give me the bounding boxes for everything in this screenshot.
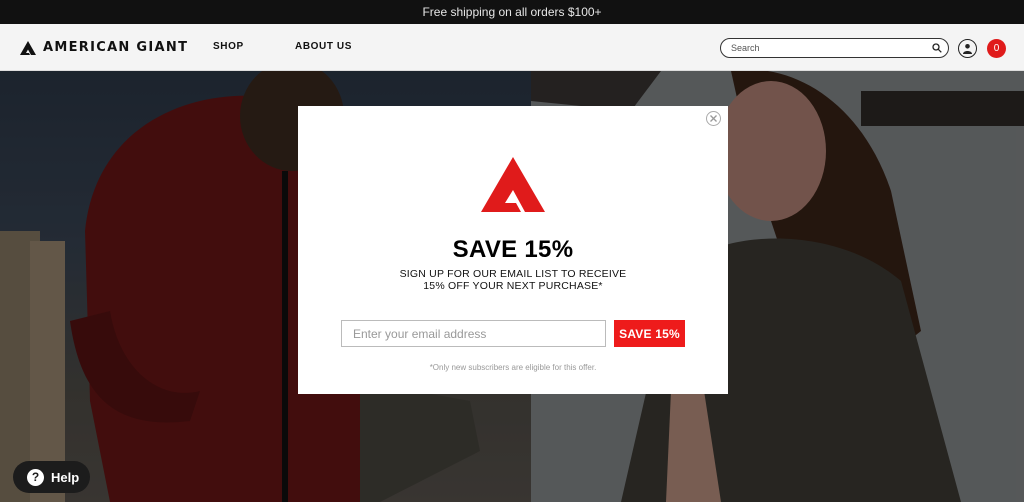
email-field[interactable] [341, 320, 606, 347]
account-button[interactable] [958, 39, 977, 58]
announcement-bar: Free shipping on all orders $100+ [0, 0, 1024, 24]
user-icon [963, 44, 972, 54]
close-button[interactable] [706, 111, 721, 126]
brand-logo[interactable]: AMERICAN GIANT [20, 40, 188, 55]
modal-subtitle: SIGN UP FOR OUR EMAIL LIST TO RECEIVE 15… [358, 268, 668, 292]
brand-logo-icon [20, 40, 36, 55]
modal-title: SAVE 15% [452, 236, 574, 263]
help-label: Help [51, 469, 80, 485]
help-button[interactable]: ? Help [13, 461, 90, 493]
modal-subtitle-line-1: SIGN UP FOR OUR EMAIL LIST TO RECEIVE [399, 268, 627, 280]
modal-logo-icon [481, 157, 545, 212]
email-signup-modal: SAVE 15% SIGN UP FOR OUR EMAIL LIST TO R… [298, 106, 728, 394]
search-icon[interactable] [932, 43, 942, 53]
cart-button[interactable]: 0 [987, 39, 1006, 58]
brand-name: AMERICAN GIANT [43, 40, 189, 55]
search-bar [720, 38, 949, 58]
site-header: AMERICAN GIANT SHOP ABOUT US 0 [0, 24, 1024, 71]
disclaimer-text: *Only new subscribers are eligible for t… [429, 363, 597, 372]
search-input[interactable] [731, 43, 932, 53]
announcement-text: Free shipping on all orders $100+ [422, 5, 602, 19]
modal-subtitle-line-2: 15% OFF YOUR NEXT PURCHASE* [423, 280, 603, 292]
help-icon: ? [27, 468, 44, 486]
close-icon [710, 115, 717, 122]
submit-button[interactable]: SAVE 15% [614, 320, 685, 347]
cart-count: 0 [993, 43, 1000, 54]
nav-shop[interactable]: SHOP [213, 41, 244, 52]
nav-about-us[interactable]: ABOUT US [295, 41, 352, 52]
